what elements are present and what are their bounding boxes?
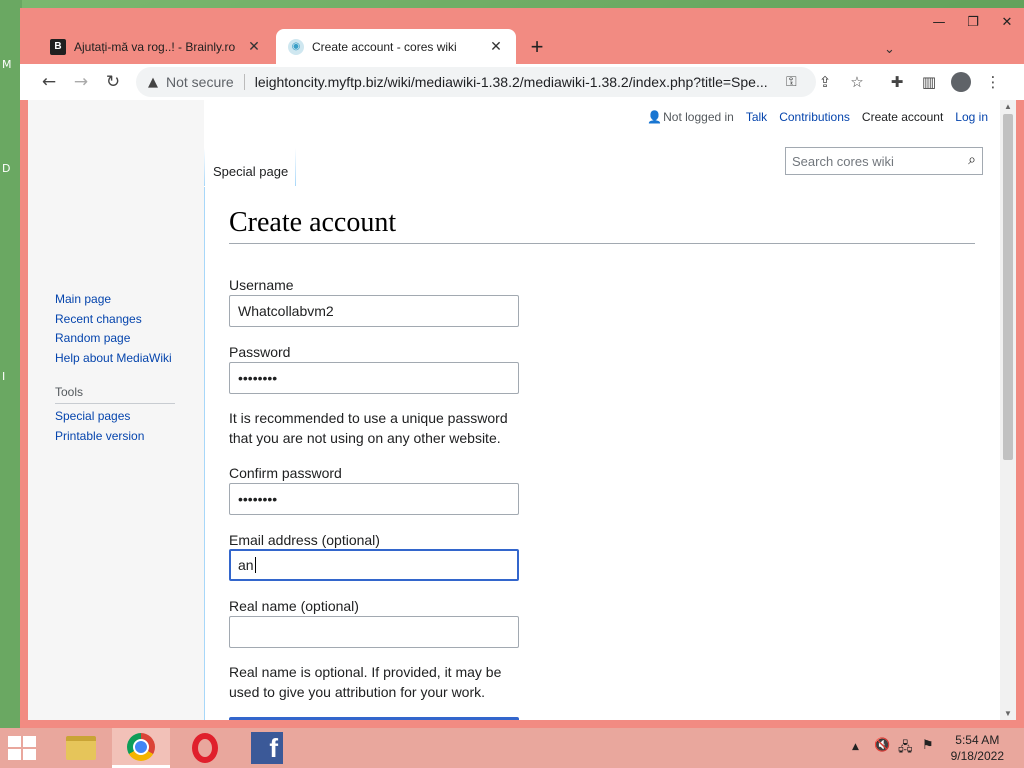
desktop-label: I [2, 370, 6, 383]
username-label: Username [229, 277, 294, 293]
sidebar-item-recent-changes[interactable]: Recent changes [55, 310, 172, 330]
create-account-link[interactable]: Create account [862, 110, 943, 124]
confirm-password-label: Confirm password [229, 465, 342, 481]
search-input[interactable]: Search cores wiki ⌕ [785, 147, 983, 175]
search-placeholder: Search cores wiki [792, 153, 894, 169]
sidebar-item-special-pages[interactable]: Special pages [55, 407, 144, 427]
talk-link[interactable]: Talk [746, 110, 767, 124]
browser-toolbar: ← → ↻ ▲ Not secure leightoncity.myftp.bi… [20, 64, 1024, 100]
divider [295, 148, 296, 186]
extensions-icon[interactable]: ✚ [884, 69, 910, 95]
key-icon[interactable]: ⚿ [786, 74, 797, 90]
tab-strip: B Ajutați-mă va rog..! - Brainly.ro ✕ ◉ … [20, 28, 1024, 64]
file-explorer-button[interactable] [52, 728, 110, 768]
wiki-icon: ◉ [288, 38, 304, 55]
star-icon[interactable]: ☆ [844, 69, 870, 95]
close-tab-icon[interactable]: ✕ [246, 38, 262, 55]
log-in-link[interactable]: Log in [955, 110, 988, 124]
warning-icon: ▲ [148, 74, 158, 90]
divider [243, 74, 245, 90]
password-label: Password [229, 344, 291, 360]
new-tab-icon[interactable]: + [524, 36, 550, 62]
profile-icon[interactable] [948, 69, 974, 95]
page-viewport: 👤Not logged in Talk Contributions Create… [28, 100, 1016, 720]
tray-expand-icon[interactable]: ▲ [852, 742, 859, 752]
real-name-label: Real name (optional) [229, 598, 359, 614]
not-logged-in-label: Not logged in [663, 110, 734, 124]
sidebar-item-printable-version[interactable]: Printable version [55, 427, 144, 447]
file-explorer-icon [66, 736, 96, 760]
confirm-password-value: •••••••• [238, 491, 278, 507]
tab-brainly[interactable]: B Ajutați-mă va rog..! - Brainly.ro ✕ [38, 29, 274, 64]
tab-title: Create account - cores wiki [312, 39, 457, 54]
opera-icon [192, 733, 218, 763]
opera-button[interactable] [176, 728, 234, 768]
scrollbar[interactable]: ▲ ▼ [1000, 100, 1016, 720]
text-cursor [254, 557, 256, 573]
network-icon[interactable]: 🖧 [898, 738, 913, 760]
security-label[interactable]: Not secure [166, 74, 234, 90]
create-account-button[interactable] [229, 717, 519, 720]
username-value: Whatcollabvm2 [238, 303, 334, 319]
windows-start-icon[interactable] [8, 736, 38, 760]
real-name-field[interactable] [229, 616, 519, 648]
main-content: Create account Username Whatcollabvm2 Pa… [204, 187, 1000, 720]
chrome-icon [127, 732, 155, 761]
username-field[interactable]: Whatcollabvm2 [229, 295, 519, 327]
search-icon[interactable]: ⌕ [968, 152, 976, 168]
menu-icon[interactable]: ⋮ [980, 69, 1006, 95]
real-name-help: Real name is optional. If provided, it m… [229, 664, 502, 700]
back-icon[interactable]: ← [36, 69, 62, 95]
confirm-password-field[interactable]: •••••••• [229, 483, 519, 515]
password-help: It is recommended to use a unique passwo… [229, 410, 508, 446]
reload-icon[interactable]: ↻ [100, 69, 126, 95]
scroll-down-icon[interactable]: ▼ [1000, 709, 1016, 718]
desktop-label: M [2, 58, 12, 71]
facebook-button[interactable]: f [238, 728, 296, 768]
scroll-up-icon[interactable]: ▲ [1000, 102, 1016, 111]
password-field[interactable]: •••••••• [229, 362, 519, 394]
side-panel-icon[interactable]: ▥ [916, 69, 942, 95]
tab-create-account[interactable]: ◉ Create account - cores wiki ✕ [276, 29, 516, 64]
system-clock[interactable]: 5:54 AM 9/18/2022 [951, 732, 1004, 764]
close-tab-icon[interactable]: ✕ [488, 38, 504, 55]
scroll-thumb[interactable] [1003, 114, 1013, 460]
tools-heading: Tools [55, 385, 175, 404]
desktop-icon-strip: M D I [0, 0, 22, 728]
clock-date: 9/18/2022 [950, 749, 1004, 763]
sidebar-item-help[interactable]: Help about MediaWiki [55, 349, 172, 369]
volume-muted-icon[interactable]: 🔇 [874, 738, 890, 753]
password-value: •••••••• [238, 370, 278, 386]
forward-icon[interactable]: → [68, 69, 94, 95]
clock-time: 5:54 AM [955, 733, 1000, 747]
user-icon: 👤 [647, 110, 663, 124]
personal-tools: 👤Not logged in Talk Contributions Create… [647, 110, 988, 124]
address-bar[interactable]: ▲ Not secure leightoncity.myftp.biz/wiki… [136, 67, 816, 97]
contributions-link[interactable]: Contributions [779, 110, 850, 124]
sidebar-item-random-page[interactable]: Random page [55, 329, 172, 349]
avatar [951, 72, 971, 92]
sidebar-item-main-page[interactable]: Main page [55, 290, 172, 310]
tab-title: Ajutați-mă va rog..! - Brainly.ro [74, 39, 236, 54]
chrome-button[interactable] [112, 728, 170, 768]
url-text[interactable]: leightoncity.myftp.biz/wiki/mediawiki-1.… [255, 74, 775, 90]
facebook-icon: f [251, 732, 283, 764]
sidebar-navigation: Main page Recent changes Random page Hel… [55, 290, 172, 368]
not-logged-in: 👤Not logged in [647, 110, 734, 124]
chevron-down-icon[interactable]: ⌄ [884, 42, 904, 57]
share-icon[interactable]: ⇪ [812, 69, 838, 95]
page-title: Create account [229, 207, 397, 238]
brainly-icon: B [50, 38, 66, 55]
sidebar-tools: Special pages Printable version [55, 407, 144, 446]
email-value: an [238, 557, 254, 573]
divider [229, 243, 975, 244]
browser-window: — ❐ ✕ B Ajutați-mă va rog..! - Brainly.r… [20, 8, 1024, 728]
flag-icon[interactable]: ⚑ [922, 738, 934, 753]
email-field[interactable]: an [229, 549, 519, 581]
taskbar: f ▲ 🔇 🖧 ⚑ 5:54 AM 9/18/2022 [0, 728, 1024, 768]
desktop-label: D [2, 162, 11, 175]
divider [204, 148, 205, 186]
tab-special-page[interactable]: Special page [204, 148, 296, 188]
email-label: Email address (optional) [229, 532, 380, 548]
